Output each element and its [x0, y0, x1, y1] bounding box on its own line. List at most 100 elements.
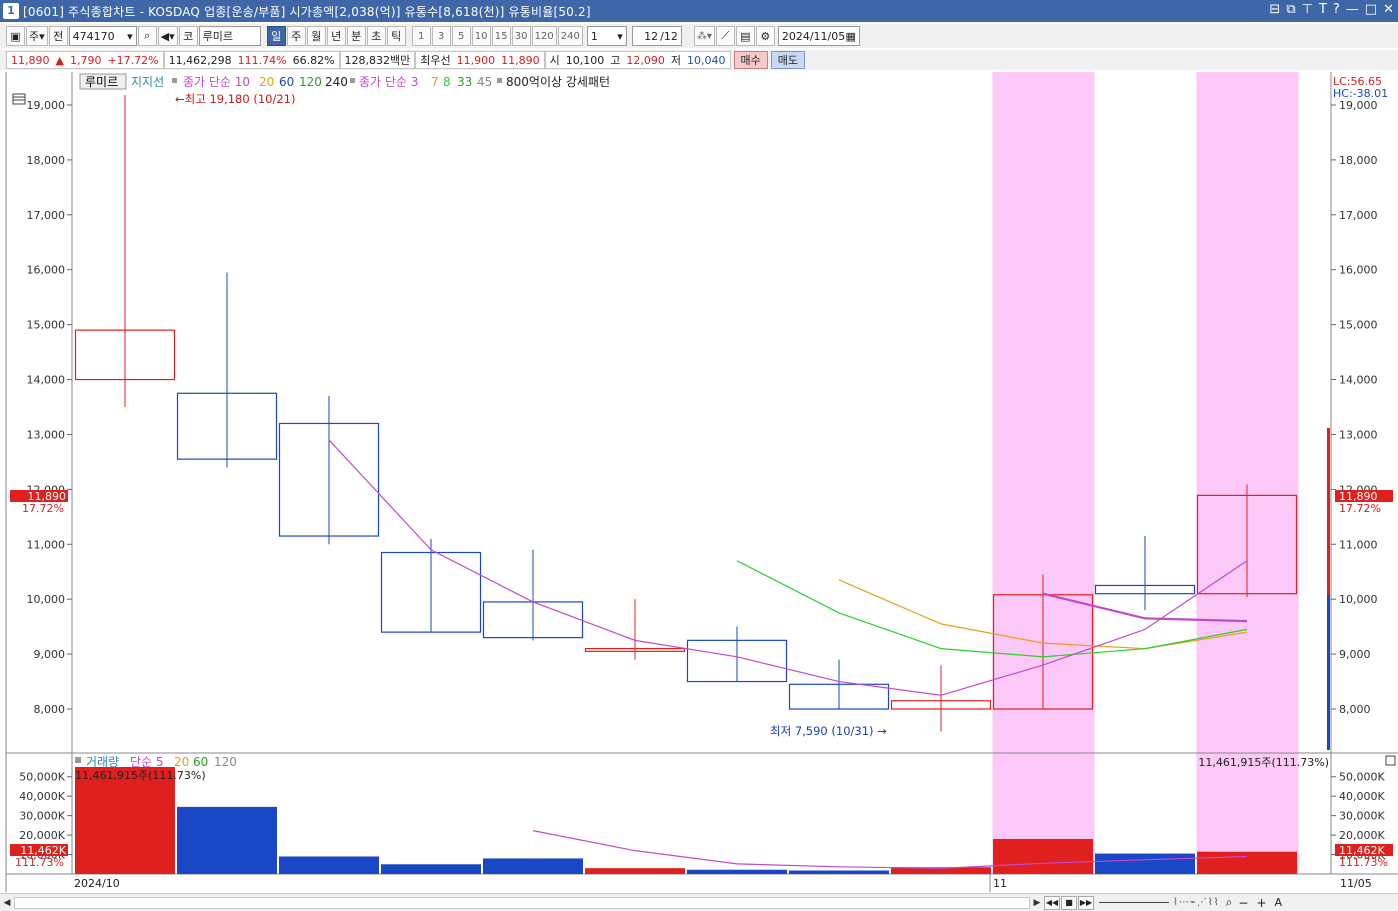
price-tick-label: 18,000 — [1339, 154, 1378, 167]
ma2-45-legend[interactable]: 45 — [477, 75, 492, 89]
minute-option-120[interactable]: 120 — [531, 26, 557, 46]
volume-bar — [993, 838, 1093, 874]
change-percent: +17.72% — [107, 53, 159, 67]
all-button[interactable]: 전 — [48, 26, 68, 46]
ma2-7-legend[interactable]: 7 — [431, 75, 439, 89]
close-icon[interactable]: ✕ — [1383, 2, 1394, 17]
volume-legend[interactable]: 거래량 — [86, 755, 119, 769]
stop-icon[interactable]: ■ — [1061, 895, 1077, 910]
tab-month[interactable]: 월 — [306, 26, 326, 46]
ma-240-legend[interactable]: 240 — [325, 75, 348, 89]
minute-option-30[interactable]: 30 — [511, 26, 531, 46]
minute-option-1[interactable]: 1 — [411, 26, 431, 46]
minute-option-10[interactable]: 10 — [471, 26, 491, 46]
search-icon[interactable]: ⌕ — [137, 26, 157, 46]
minute-option-3[interactable]: 3 — [431, 26, 451, 46]
step-back-icon[interactable]: ◀◀ — [1044, 895, 1060, 910]
hc-value: HC:-38.01 — [1333, 87, 1388, 100]
speaker-icon[interactable]: ◀▾ — [157, 26, 178, 46]
scroll-bar[interactable]: ◀ ▶ ◀◀ ■ ▶▶ ⌇⋯⌁⋰⌇⌇ ⌕ − + A — [0, 893, 1398, 911]
count-select[interactable]: 1 ▾ — [586, 26, 627, 46]
price-tick-label: 13,000 — [1339, 428, 1378, 441]
step-forward-icon[interactable]: ▶▶ — [1078, 895, 1094, 910]
volume-tick-label: 40,000K — [19, 790, 65, 803]
volume-panel-icon[interactable] — [1385, 755, 1396, 766]
vol-ma-20-legend[interactable]: 20 — [174, 755, 189, 769]
draw-icon[interactable]: ⟋ — [715, 26, 735, 46]
market-label[interactable]: 코 — [178, 26, 198, 46]
volume-ratio: 111.74% — [237, 53, 287, 67]
ma2-legend[interactable]: 종가 단순 3 — [359, 75, 418, 89]
tab-day[interactable]: 일 — [266, 26, 286, 46]
layout-icon[interactable]: ▣ — [6, 26, 25, 46]
minus-icon[interactable]: − — [1238, 896, 1248, 910]
vol-ma-legend[interactable]: 단순 5 — [130, 755, 164, 769]
legend-marker-3 — [497, 78, 502, 83]
minimize-icon[interactable]: — — [1346, 2, 1359, 17]
tab-tick[interactable]: 틱 — [386, 26, 406, 46]
low-label: 저 — [670, 54, 682, 67]
candle-body — [380, 551, 482, 633]
font-size-icon[interactable]: A — [1275, 896, 1283, 909]
period-select[interactable]: 주 ▾ — [26, 26, 48, 46]
scroll-track[interactable] — [14, 896, 1030, 909]
font-icon[interactable]: T — [1319, 2, 1327, 17]
ma-60-legend[interactable]: 60 — [279, 75, 294, 89]
stock-tag[interactable]: 루미르 — [85, 75, 118, 89]
split-icon[interactable]: ⊟ — [1269, 2, 1280, 17]
compare-icon[interactable]: ⁂▾ — [693, 26, 715, 46]
ma-120-legend[interactable]: 120 — [299, 75, 322, 89]
tab-second[interactable]: 초 — [366, 26, 386, 46]
candle-body — [584, 647, 686, 652]
code-input[interactable]: 474170 ▾ — [68, 26, 137, 46]
tab-year[interactable]: 년 — [326, 26, 346, 46]
price-tick-label: 18,000 — [27, 154, 66, 167]
best-box: 최우선 11,900 11,890 — [415, 51, 545, 69]
cascade-icon[interactable]: ⧉ — [1286, 2, 1295, 17]
x-label-month: 2024/10 — [74, 877, 120, 890]
ma-20-legend[interactable]: 20 — [259, 75, 274, 89]
help-icon[interactable]: ? — [1333, 2, 1340, 17]
price-tick-label: 9,000 — [1339, 648, 1371, 661]
maximize-icon[interactable]: □ — [1365, 2, 1377, 17]
volume-tick-label: 50,000K — [1339, 771, 1385, 784]
page-field[interactable]: 12/12 — [631, 26, 682, 46]
drawing-tools-icon[interactable]: ⌇⋯⌁⋰⌇⌇ — [1173, 897, 1220, 908]
zoom-out-icon[interactable]: ⌕ — [1226, 895, 1233, 910]
price-tick-label: 10,000 — [27, 593, 66, 606]
tab-minute[interactable]: 분 — [346, 26, 366, 46]
ma2-33-legend[interactable]: 33 — [457, 75, 472, 89]
support-line-label[interactable]: 지지선 — [131, 75, 164, 89]
plus-icon[interactable]: + — [1256, 896, 1266, 910]
low-value: 10,040 — [687, 53, 726, 67]
save-icon[interactable]: ▤ — [735, 26, 755, 46]
chart-background — [0, 72, 1398, 892]
scroll-right-icon[interactable]: ▶ — [1030, 896, 1044, 910]
minute-option-15[interactable]: 15 — [491, 26, 511, 46]
volume-tick-label: 40,000K — [1339, 790, 1385, 803]
zoom-slider[interactable] — [1099, 902, 1169, 903]
minute-option-240[interactable]: 240 — [557, 26, 583, 46]
price-tick-label: 15,000 — [1339, 319, 1378, 332]
pattern-legend[interactable]: 800억이상 강세패턴 — [506, 75, 610, 89]
ma-legend[interactable]: 종가 단순 10 — [183, 75, 250, 89]
ma2-8-legend[interactable]: 8 — [443, 75, 451, 89]
volume-box: 11,462,298 111.74% 66.82% — [163, 51, 340, 69]
stock-chart[interactable]: 19,000 18,000 17,000 16,000 15,000 14,000 13,0… — [0, 72, 1398, 892]
settings-icon[interactable]: ⚙ — [755, 26, 775, 46]
vol-ma-60-legend[interactable]: 60 — [193, 755, 208, 769]
stock-name-field[interactable]: 루미르 — [198, 26, 261, 46]
date-field[interactable]: 2024/11/05 ▦ — [777, 26, 860, 46]
buy-button[interactable]: 매수 — [733, 51, 768, 69]
amount-value: 128,832백만 — [344, 54, 411, 67]
vol-ma-120-legend[interactable]: 120 — [214, 755, 237, 769]
tab-week[interactable]: 주 — [286, 26, 306, 46]
sell-button[interactable]: 매도 — [770, 51, 806, 69]
legend-marker — [172, 78, 177, 83]
range-bar-down — [1327, 595, 1330, 750]
highlight-band — [992, 72, 1095, 874]
scroll-left-icon[interactable]: ◀ — [0, 896, 14, 910]
minute-option-5[interactable]: 5 — [451, 26, 471, 46]
pin-icon[interactable]: ⊤ — [1302, 2, 1313, 17]
candle-body — [482, 601, 584, 639]
